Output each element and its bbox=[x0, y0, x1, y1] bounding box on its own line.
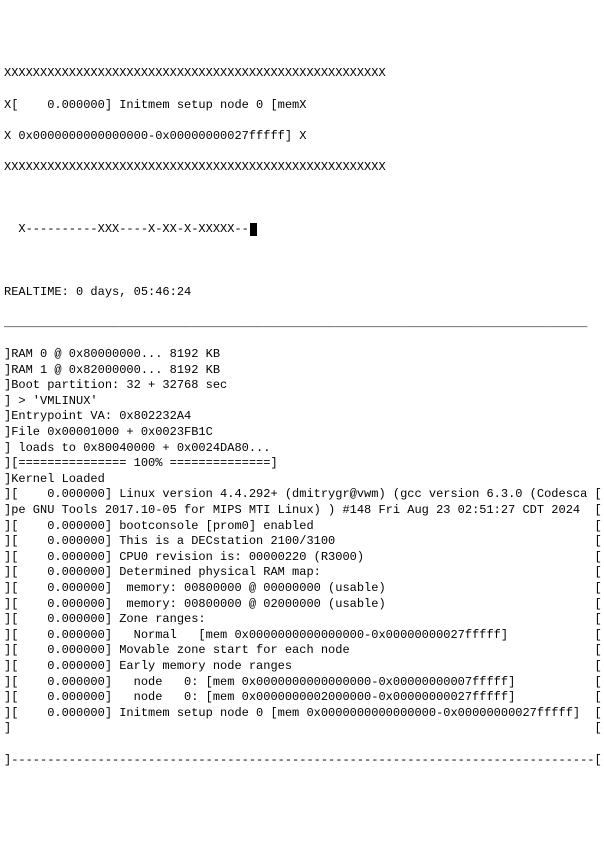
log-line: ][ 0.000000] Initmem setup node 0 [mem 0… bbox=[4, 706, 600, 722]
cursor-icon bbox=[250, 223, 257, 236]
log-line: ] loads to 0x80040000 + 0x0024DA80... bbox=[4, 441, 600, 457]
header-content-2: X 0x0000000000000000-0x00000000027fffff]… bbox=[4, 129, 600, 145]
log-line: ] [ bbox=[4, 721, 600, 737]
log-line: ][ 0.000000] Early memory node ranges [ bbox=[4, 659, 600, 675]
log-line: ][ 0.000000] This is a DECstation 2100/3… bbox=[4, 534, 600, 550]
log-line: ][ 0.000000] Normal [mem 0x0000000000000… bbox=[4, 628, 600, 644]
log-line: ][ 0.000000] node 0: [mem 0x000000000200… bbox=[4, 690, 600, 706]
realtime-line: REALTIME: 0 days, 05:46:24 bbox=[4, 285, 600, 301]
header-border-top: XXXXXXXXXXXXXXXXXXXXXXXXXXXXXXXXXXXXXXXX… bbox=[4, 66, 600, 82]
log-line: ] > 'VMLINUX' bbox=[4, 394, 600, 410]
log-line: ][=============== 100% ==============] bbox=[4, 456, 600, 472]
log-line: ][ 0.000000] Linux version 4.4.292+ (dmi… bbox=[4, 487, 600, 503]
log-line: ]RAM 0 @ 0x80000000... 8192 KB bbox=[4, 347, 600, 363]
header-border-bottom: XXXXXXXXXXXXXXXXXXXXXXXXXXXXXXXXXXXXXXXX… bbox=[4, 160, 600, 176]
log-line: ][ 0.000000] Movable zone start for each… bbox=[4, 643, 600, 659]
log-line: ]Entrypoint VA: 0x802232A4 bbox=[4, 409, 600, 425]
log-line: ]RAM 1 @ 0x82000000... 8192 KB bbox=[4, 363, 600, 379]
horizontal-rule-top: ________________________________________… bbox=[4, 316, 600, 332]
boot-log: ]RAM 0 @ 0x80000000... 8192 KB]RAM 1 @ 0… bbox=[4, 347, 600, 737]
progress-line: X----------XXX----X-XX-X-XXXXX-- bbox=[4, 222, 600, 238]
log-line: ][ 0.000000] bootconsole [prom0] enabled… bbox=[4, 519, 600, 535]
log-line: ][ 0.000000] Zone ranges: [ bbox=[4, 612, 600, 628]
log-line: ]Boot partition: 32 + 32768 sec bbox=[4, 378, 600, 394]
horizontal-rule-bottom: ]---------------------------------------… bbox=[4, 753, 600, 769]
blank-line bbox=[4, 254, 600, 270]
log-line: ][ 0.000000] memory: 00800000 @ 00000000… bbox=[4, 581, 600, 597]
log-line: ][ 0.000000] Determined physical RAM map… bbox=[4, 565, 600, 581]
log-line: ]pe GNU Tools 2017.10-05 for MIPS MTI Li… bbox=[4, 503, 600, 519]
header-content-1: X[ 0.000000] Initmem setup node 0 [memX bbox=[4, 98, 600, 114]
log-line: ][ 0.000000] memory: 00800000 @ 02000000… bbox=[4, 597, 600, 613]
blank-line bbox=[4, 191, 600, 207]
log-line: ]Kernel Loaded bbox=[4, 472, 600, 488]
progress-text: X----------XXX----X-XX-X-XXXXX-- bbox=[4, 222, 249, 236]
log-line: ]File 0x00001000 + 0x0023FB1C bbox=[4, 425, 600, 441]
log-line: ][ 0.000000] node 0: [mem 0x000000000000… bbox=[4, 675, 600, 691]
log-line: ][ 0.000000] CPU0 revision is: 00000220 … bbox=[4, 550, 600, 566]
